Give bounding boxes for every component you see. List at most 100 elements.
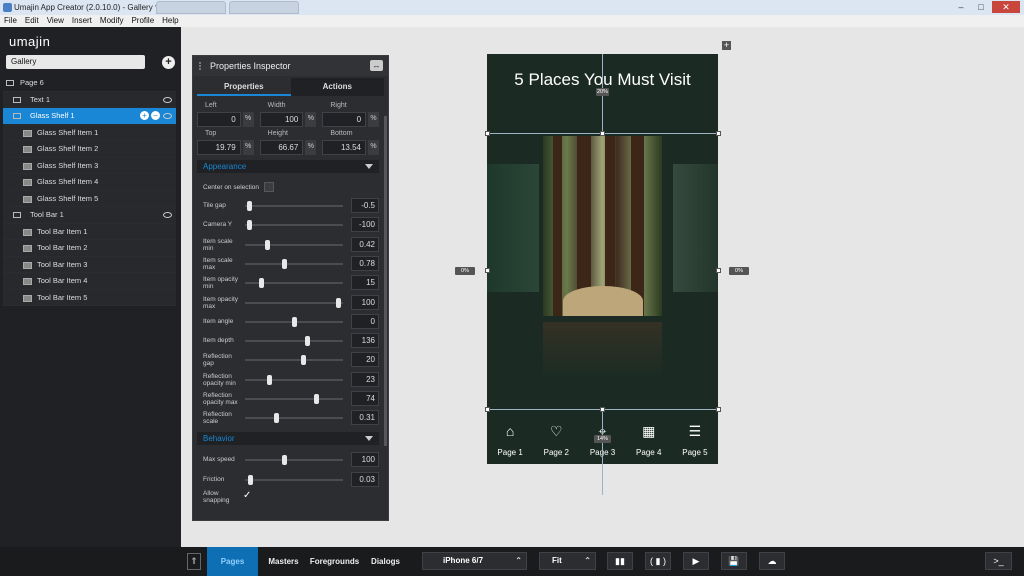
terminal-icon[interactable]: >_ — [985, 552, 1012, 570]
slider-thumb[interactable] — [265, 239, 271, 250]
drag-grip-icon[interactable] — [199, 62, 205, 70]
chevron-up-icon[interactable]: ⌃ — [584, 553, 591, 569]
bottom-field[interactable]: 13.54 — [322, 140, 367, 155]
collapse-icon[interactable] — [365, 164, 373, 169]
pin-icon[interactable]: ↔ — [370, 60, 383, 71]
resize-handle[interactable] — [485, 268, 490, 273]
slider-thumb[interactable] — [267, 374, 273, 385]
background-tab[interactable] — [229, 1, 299, 14]
add-canvas-icon[interactable]: + — [722, 41, 731, 50]
save-icon[interactable]: 💾 — [721, 552, 747, 570]
slider-thumb[interactable] — [258, 278, 264, 289]
tree-node[interactable]: Tool Bar Item 3 — [3, 256, 176, 273]
tab-properties[interactable]: Properties — [197, 78, 291, 96]
slider-thumb[interactable] — [300, 355, 306, 366]
right-field[interactable]: 0 — [322, 112, 367, 127]
right-unit[interactable]: % — [368, 112, 380, 127]
menu-insert[interactable]: Insert — [72, 15, 92, 27]
toolbar-item-page-1[interactable]: ⌂ Page 1 — [487, 410, 533, 464]
slider-thumb[interactable] — [246, 220, 252, 231]
center-on-selection-checkbox[interactable] — [264, 182, 274, 192]
inspector-scrollbar[interactable] — [384, 116, 387, 446]
tab-pages[interactable]: Pages — [207, 547, 258, 576]
tree-node[interactable]: Glass Shelf 1 + − — [3, 108, 176, 125]
page-selector[interactable]: Gallery — [6, 55, 145, 69]
inspector-header[interactable]: Properties Inspector ↔ — [193, 56, 388, 76]
property-slider[interactable] — [245, 355, 343, 366]
slider-thumb[interactable] — [336, 297, 342, 308]
tree-node[interactable]: Tool Bar Item 4 — [3, 273, 176, 290]
chevron-up-icon[interactable]: ⌃ — [515, 553, 522, 569]
maximize-icon[interactable]: □ — [972, 1, 990, 13]
menu-modify[interactable]: Modify — [100, 15, 124, 27]
menu-profile[interactable]: Profile — [131, 15, 154, 27]
expand-up-icon[interactable]: ⇑ — [187, 553, 201, 570]
property-value-field[interactable]: -100 — [351, 217, 379, 233]
slider-thumb[interactable] — [282, 258, 288, 269]
property-value-field[interactable]: 15 — [351, 275, 379, 291]
visibility-eye-icon[interactable] — [163, 212, 172, 218]
property-slider[interactable] — [245, 374, 343, 385]
appearance-section[interactable]: Appearance — [197, 160, 379, 173]
menu-view[interactable]: View — [47, 15, 64, 27]
menu-help[interactable]: Help — [162, 15, 178, 27]
property-slider[interactable] — [245, 394, 343, 404]
property-value-field[interactable]: 20 — [351, 352, 379, 368]
property-value-field[interactable]: 0.42 — [351, 236, 379, 252]
tab-actions[interactable]: Actions — [290, 78, 384, 96]
tree-node[interactable]: Glass Shelf Item 5 — [3, 190, 176, 207]
tree-node[interactable]: Glass Shelf Item 4 — [3, 174, 176, 191]
slider-thumb[interactable] — [313, 394, 319, 404]
tree-node[interactable]: Tool Bar 1 — [3, 207, 176, 224]
play-icon[interactable]: ▶ — [683, 552, 709, 570]
property-value-field[interactable]: 0.78 — [351, 255, 379, 271]
close-icon[interactable]: ✕ — [992, 1, 1020, 13]
top-field[interactable]: 19.79 — [197, 140, 241, 155]
slider-thumb[interactable] — [291, 316, 297, 327]
resize-handle[interactable] — [485, 131, 490, 136]
frame-icon[interactable]: ( ▮ ) — [645, 552, 671, 570]
slider-thumb[interactable] — [273, 413, 279, 424]
left-field[interactable]: 0 — [197, 112, 241, 127]
zoom-selector[interactable]: Fit ⌃ — [539, 552, 596, 570]
property-value-field[interactable]: 136 — [351, 333, 379, 349]
tree-node[interactable]: Page 6 — [3, 75, 176, 92]
resize-handle[interactable] — [600, 131, 605, 136]
top-unit[interactable]: % — [242, 140, 254, 155]
slider-thumb[interactable] — [304, 336, 310, 347]
toolbar-item-page-5[interactable]: ☰ Page 5 — [672, 410, 718, 464]
glass-shelf-item-center[interactable] — [543, 136, 662, 316]
tree-node[interactable]: Tool Bar Item 1 — [3, 223, 176, 240]
slider-thumb[interactable] — [246, 201, 252, 211]
property-value-field[interactable]: 74 — [351, 391, 379, 406]
resize-handle[interactable] — [716, 131, 721, 136]
menu-file[interactable]: File — [4, 15, 17, 27]
tree-node[interactable]: Tool Bar Item 2 — [3, 240, 176, 257]
property-value-field[interactable]: 100 — [351, 452, 379, 467]
background-tab[interactable] — [156, 1, 226, 14]
resize-handle[interactable] — [600, 407, 605, 412]
property-value-field[interactable]: 0.03 — [351, 471, 379, 487]
glass-shelf-item-left[interactable] — [487, 164, 539, 292]
tree-node[interactable]: Glass Shelf Item 3 — [3, 157, 176, 174]
property-slider[interactable] — [245, 201, 343, 211]
property-value-field[interactable]: 23 — [351, 371, 379, 387]
slider-thumb[interactable] — [282, 455, 288, 465]
resize-handle[interactable] — [716, 407, 721, 412]
property-value-field[interactable]: 0.31 — [351, 410, 379, 426]
property-value-field[interactable]: 100 — [351, 294, 379, 310]
property-value-field[interactable]: 0 — [351, 313, 379, 329]
add-page-button[interactable]: + — [162, 56, 175, 69]
minimize-icon[interactable]: – — [952, 1, 970, 13]
property-slider[interactable] — [245, 258, 343, 269]
behavior-section[interactable]: Behavior — [197, 432, 379, 445]
delete-icon[interactable]: − — [151, 111, 160, 120]
resize-handle[interactable] — [716, 268, 721, 273]
cloud-publish-icon[interactable]: ☁ — [759, 552, 785, 570]
bottom-unit[interactable]: % — [368, 140, 380, 155]
tab-dialogs[interactable]: Dialogs — [360, 547, 411, 576]
tab-masters[interactable]: Masters — [258, 547, 309, 576]
property-slider[interactable] — [245, 220, 343, 231]
layout-icon[interactable]: ▮▮ — [607, 552, 633, 570]
property-slider[interactable] — [245, 474, 343, 485]
